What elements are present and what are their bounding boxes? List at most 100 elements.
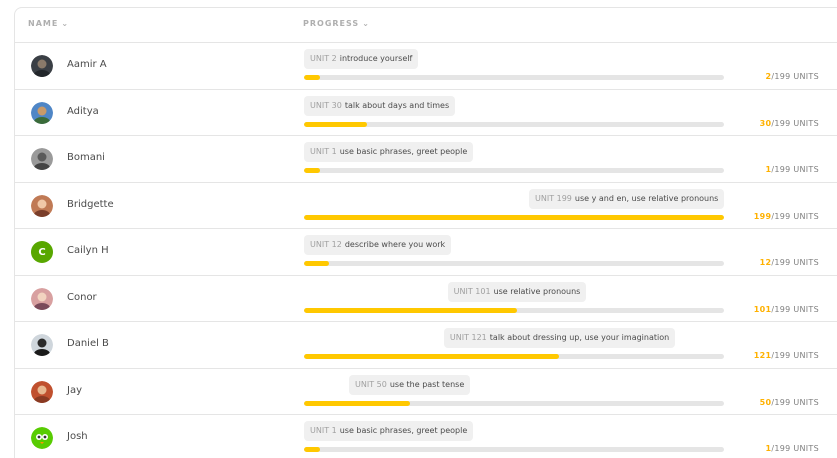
avatar: C	[31, 241, 53, 263]
units-total: /199 UNITS	[771, 72, 819, 81]
avatar	[31, 380, 53, 403]
units-completed: 12	[759, 258, 772, 267]
table-row[interactable]: Bomani UNIT 1 use basic phrases, greet pe…	[15, 136, 837, 183]
current-unit-bubble: UNIT 121 talk about dressing up, use your…	[443, 328, 676, 348]
progress-cell: UNIT 1 use basic phrases, greet people	[304, 415, 724, 458]
unit-title: talk about dressing up, use your imagina…	[489, 333, 670, 342]
unit-number: UNIT 50	[355, 379, 387, 389]
units-count: 30/199 UNITS	[760, 119, 819, 128]
unit-title: use relative pronouns	[493, 286, 581, 296]
table-row[interactable]: Conor UNIT 101 use relative pronouns 101/…	[15, 276, 837, 322]
units-count: 2/199 UNITS	[765, 72, 819, 81]
avatar	[31, 334, 53, 356]
progress-cell: UNIT 30 talk about days and times	[304, 90, 724, 136]
unit-title: use basic phrases, greet people	[339, 426, 468, 435]
table-row[interactable]: Bridgette UNIT 199 use y and en, use rela…	[15, 183, 837, 229]
units-count: 12/199 UNITS	[760, 258, 819, 267]
units-total: /199 UNITS	[771, 211, 819, 221]
current-unit-bubble: UNIT 50 use the past tense	[349, 374, 471, 395]
progress-cell: UNIT 12 describe where you work	[304, 229, 724, 275]
units-completed: 121	[753, 351, 772, 360]
current-unit-bubble: UNIT 12 describe where you work	[304, 235, 452, 255]
units-total: /199 UNITS	[771, 444, 819, 453]
progress-bar	[304, 307, 724, 313]
units-count: 1/199 UNITS	[765, 165, 819, 174]
student-name[interactable]: Cailyn H	[67, 245, 109, 256]
avatar	[31, 427, 53, 449]
table-row[interactable]: C Cailyn H UNIT 12 describe where you wor…	[15, 229, 837, 276]
unit-title: introduce yourself	[339, 54, 413, 63]
unit-title: use the past tense	[389, 379, 465, 389]
sort-by-name-button[interactable]: NAME ⌄	[28, 19, 69, 28]
units-count: 50/199 UNITS	[760, 398, 819, 407]
student-progress-table: NAME ⌄ PROGRESS ⌄ Aamir A UNIT 2 introduce …	[14, 7, 837, 458]
student-name[interactable]: Aditya	[67, 106, 99, 117]
student-name[interactable]: Conor	[67, 292, 97, 303]
units-count: 199/199 UNITS	[754, 212, 819, 221]
table-row[interactable]: Daniel B UNIT 121 talk about dressing up,…	[15, 322, 837, 369]
current-unit-bubble: UNIT 101 use relative pronouns	[447, 281, 587, 302]
avatar	[31, 148, 53, 170]
unit-number: UNIT 1	[310, 147, 337, 156]
unit-number: UNIT 12	[310, 240, 342, 249]
unit-title: use y and en, use relative pronouns	[574, 193, 719, 203]
units-completed: 30	[759, 118, 772, 128]
progress-bar-fill	[304, 261, 330, 266]
progress-cell: UNIT 101 use relative pronouns	[304, 276, 724, 322]
units-completed: 101	[753, 304, 772, 314]
progress-bar-fill	[304, 168, 320, 173]
units-total: /199 UNITS	[771, 304, 819, 314]
units-completed: 50	[759, 397, 772, 407]
current-unit-bubble: UNIT 1 use basic phrases, greet people	[304, 421, 474, 441]
current-unit-bubble: UNIT 1 use basic phrases, greet people	[304, 142, 474, 162]
units-total: /199 UNITS	[771, 397, 819, 407]
progress-bar	[304, 168, 724, 173]
unit-number: UNIT 1	[310, 426, 337, 435]
units-count: 121/199 UNITS	[754, 351, 819, 360]
avatar	[31, 101, 53, 124]
avatar	[31, 287, 53, 310]
progress-bar	[304, 400, 724, 406]
progress-bar	[304, 354, 724, 359]
student-name[interactable]: Aamir A	[67, 59, 107, 70]
table-row[interactable]: Josh UNIT 1 use basic phrases, greet peop…	[15, 415, 837, 458]
student-name[interactable]: Josh	[67, 431, 88, 442]
table-row[interactable]: Aamir A UNIT 2 introduce yourself 2/199 U…	[15, 43, 837, 90]
progress-bar-fill	[304, 400, 410, 406]
units-count: 1/199 UNITS	[765, 444, 819, 453]
units-total: /199 UNITS	[771, 258, 819, 267]
chevron-down-icon: ⌄	[362, 19, 370, 28]
progress-cell: UNIT 121 talk about dressing up, use your…	[304, 322, 724, 368]
progress-bar-fill	[304, 75, 320, 80]
unit-title: use basic phrases, greet people	[339, 147, 468, 156]
progress-cell: UNIT 199 use y and en, use relative prono…	[304, 183, 725, 229]
progress-cell: UNIT 50 use the past tense	[304, 369, 724, 415]
progress-bar	[304, 75, 724, 80]
progress-cell: UNIT 1 use basic phrases, greet people	[304, 136, 724, 182]
sort-by-progress-button[interactable]: PROGRESS ⌄	[303, 19, 370, 28]
unit-number: UNIT 101	[453, 286, 491, 296]
unit-number: UNIT 121	[449, 333, 487, 342]
progress-bar-fill	[304, 121, 368, 127]
table-row[interactable]: Aditya UNIT 30 talk about days and times …	[15, 90, 837, 136]
student-name[interactable]: Bridgette	[67, 199, 114, 210]
unit-number: UNIT 199	[535, 193, 572, 203]
current-unit-bubble: UNIT 199 use y and en, use relative prono…	[529, 188, 725, 209]
progress-bar	[304, 121, 724, 127]
student-name[interactable]: Daniel B	[67, 338, 109, 349]
student-name[interactable]: Jay	[67, 385, 82, 396]
table-header: NAME ⌄ PROGRESS ⌄	[15, 8, 837, 43]
units-total: /199 UNITS	[771, 118, 819, 128]
table-row[interactable]: Jay UNIT 50 use the past tense 50/199 UNI…	[15, 369, 837, 415]
progress-bar	[304, 447, 724, 452]
progress-bar-fill	[304, 447, 320, 452]
progress-bar-fill	[304, 307, 518, 313]
progress-cell: UNIT 2 introduce yourself	[304, 43, 724, 89]
progress-bar	[304, 214, 724, 220]
progress-column-label: PROGRESS	[303, 19, 360, 28]
units-total: /199 UNITS	[771, 351, 819, 360]
name-column-label: NAME	[28, 19, 59, 28]
student-name[interactable]: Bomani	[67, 152, 105, 163]
progress-bar-fill	[304, 354, 560, 359]
units-count: 101/199 UNITS	[754, 305, 819, 314]
